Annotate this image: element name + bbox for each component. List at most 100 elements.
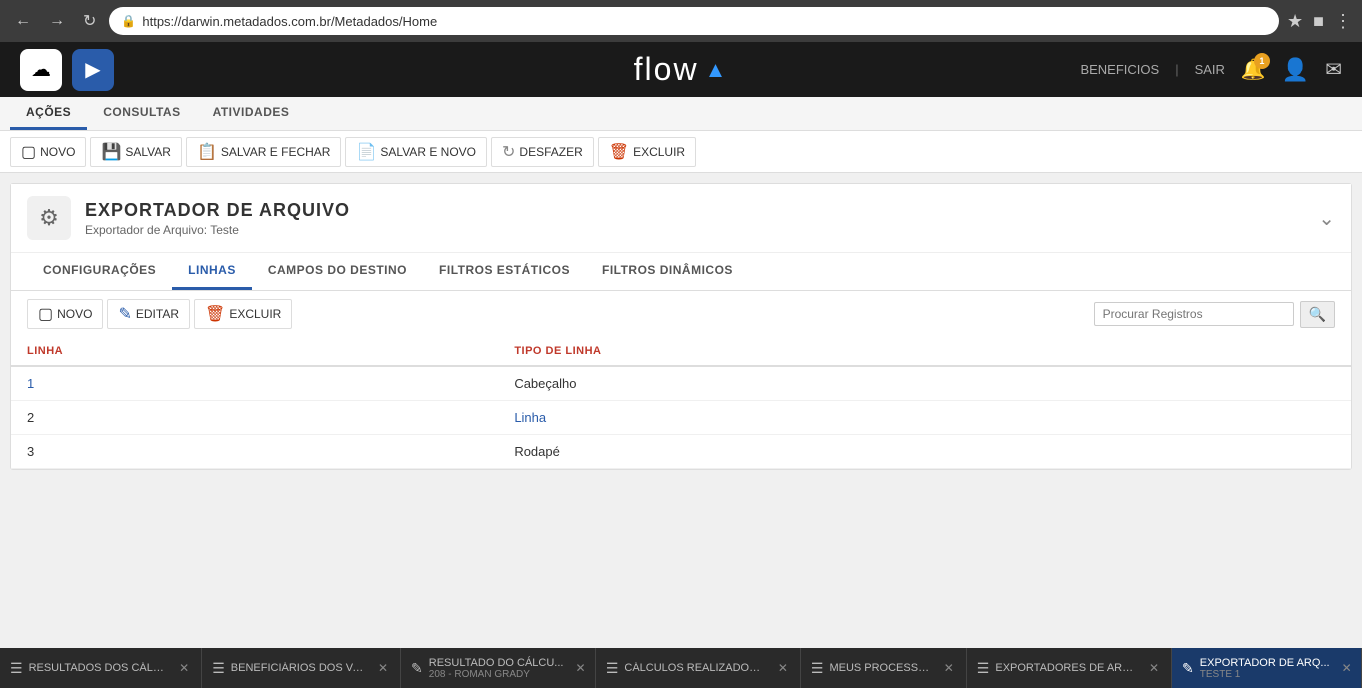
back-button[interactable]: ← [10, 10, 36, 32]
search-button[interactable]: 🔍 [1300, 301, 1335, 328]
bottom-tab-exportadores[interactable]: ☰ EXPORTADORES DE ARQ... ✕ [967, 648, 1172, 688]
forward-button[interactable]: → [44, 10, 70, 32]
sub-novo-button[interactable]: ▢ NOVO [27, 299, 103, 329]
cell-linha-1[interactable]: 1 [11, 366, 498, 401]
excluir-label: EXCLUIR [633, 145, 685, 159]
novo-label: NOVO [40, 145, 75, 159]
logo-area: ☁ ▶ [20, 49, 114, 91]
tab-acoes[interactable]: AÇÕES [10, 97, 87, 130]
bottom-tab-sublabel-exportador-active: TESTE 1 [1200, 669, 1330, 680]
sub-novo-label: NOVO [57, 307, 92, 321]
bottom-tab-close-resultado[interactable]: ✕ [573, 661, 587, 675]
excluir-trash-icon: 🗑 [609, 142, 629, 162]
notification-badge: 1 [1254, 53, 1270, 69]
search-area: 🔍 [1094, 301, 1335, 328]
bottom-tab-label-exportadores: EXPORTADORES DE ARQ... [995, 662, 1137, 674]
salvar-icon: 💾 [101, 142, 121, 162]
bottom-tab-label-beneficiarios: BENEFICIÁRIOS DOS VA... [231, 662, 366, 674]
refresh-button[interactable]: ↻ [78, 9, 101, 33]
page-header: ⚙ EXPORTADOR DE ARQUIVO Exportador de Ar… [11, 184, 1351, 253]
bottom-tab-close-exportador-active[interactable]: ✕ [1340, 661, 1354, 675]
tab-consultas[interactable]: CONSULTAS [87, 97, 196, 130]
desfazer-button[interactable]: ↻ DESFAZER [491, 137, 594, 167]
bottom-tab-label-exportador-active: EXPORTADOR DE ARQ... [1200, 657, 1330, 669]
salvar-novo-icon: 📄 [356, 142, 376, 162]
bottom-tab-close-exportadores[interactable]: ✕ [1147, 661, 1161, 675]
data-table: LINHA TIPO DE LINHA 1Cabeçalho2 Linha 3Rod… [11, 337, 1351, 469]
page-subtitle: Exportador de Arquivo: Teste [85, 223, 350, 237]
tab-campos-destino[interactable]: CAMPOS DO DESTINO [252, 253, 423, 290]
bottom-tab-icon-beneficiarios: ☰ [212, 660, 225, 677]
bottom-tab-label-processos: MEUS PROCESSOS [829, 662, 931, 674]
bottom-tab-icon-calculos: ☰ [606, 660, 619, 677]
novo-checkbox-icon: ▢ [21, 142, 36, 162]
cell-tipo-2[interactable]: Linha [498, 401, 1351, 435]
extensions-button[interactable]: ■ [1313, 11, 1324, 32]
main-toolbar: ▢ NOVO 💾 SALVAR 📋 SALVAR E FECHAR 📄 SALV… [0, 131, 1362, 173]
mail-icon[interactable]: ✉ [1325, 57, 1342, 82]
user-avatar-icon[interactable]: 👤 [1282, 57, 1309, 83]
tab-filtros-dinamicos[interactable]: FILTROS DINÂMICOS [586, 253, 749, 290]
sub-novo-icon: ▢ [38, 304, 53, 324]
bottom-tab-close-resultados[interactable]: ✕ [177, 661, 191, 675]
browser-bar: ← → ↻ 🔒 https://darwin.metadados.com.br/… [0, 0, 1362, 42]
main-tab-bar: AÇÕES CONSULTAS ATIVIDADES [0, 97, 1362, 131]
app-name-text: flow [634, 51, 699, 88]
flow-logo-arrow-icon: ▲ [705, 57, 729, 83]
tipo-link-2[interactable]: Linha [514, 410, 546, 425]
url-secure-icon: 🔒 [121, 14, 136, 28]
salvar-fechar-icon: 📋 [197, 142, 217, 162]
bottom-tab-exportador-active[interactable]: ✎ EXPORTADOR DE ARQ... TESTE 1 ✕ [1172, 648, 1362, 688]
page-title: EXPORTADOR DE ARQUIVO [85, 200, 350, 221]
tab-linhas[interactable]: LINHAS [172, 253, 252, 290]
bottom-tab-close-processos[interactable]: ✕ [942, 661, 956, 675]
bottom-tab-calculos[interactable]: ☰ CÁLCULOS REALIZADOS ... ✕ [596, 648, 801, 688]
salvar-fechar-button[interactable]: 📋 SALVAR E FECHAR [186, 137, 342, 167]
gear-icon: ⚙ [39, 205, 59, 231]
table-row[interactable]: 1Cabeçalho [11, 366, 1351, 401]
bottom-tab-close-beneficiarios[interactable]: ✕ [376, 661, 390, 675]
excluir-toolbar-button[interactable]: 🗑 EXCLUIR [598, 137, 696, 167]
collapse-button[interactable]: ⌄ [1318, 206, 1335, 231]
bottom-tab-text-exportador-active: EXPORTADOR DE ARQ... TESTE 1 [1200, 657, 1330, 680]
bottom-tab-label-resultado: RESULTADO DO CÁLCU... [429, 657, 564, 669]
sub-toolbar: ▢ NOVO ✎ EDITAR 🗑 EXCLUIR 🔍 [11, 291, 1351, 337]
sub-editar-button[interactable]: ✎ EDITAR [107, 299, 190, 329]
table-row[interactable]: 3Rodapé [11, 435, 1351, 469]
page-header-text: EXPORTADOR DE ARQUIVO Exportador de Arqu… [85, 200, 350, 237]
bottom-tab-label-resultados: RESULTADOS DOS CÁLC... [29, 662, 168, 674]
novo-button[interactable]: ▢ NOVO [10, 137, 86, 167]
bottom-tab-beneficiarios[interactable]: ☰ BENEFICIÁRIOS DOS VA... ✕ [202, 648, 401, 688]
sub-excluir-button[interactable]: 🗑 EXCLUIR [194, 299, 292, 329]
bottom-tab-processos[interactable]: ☰ MEUS PROCESSOS ✕ [801, 648, 967, 688]
cell-tipo-3: Rodapé [498, 435, 1351, 469]
salvar-button[interactable]: 💾 SALVAR [90, 137, 182, 167]
tab-filtros-estaticos[interactable]: FILTROS ESTÁTICOS [423, 253, 586, 290]
browser-menu-button[interactable]: ⋮ [1334, 11, 1352, 32]
bookmark-button[interactable]: ★ [1287, 11, 1303, 32]
salvar-novo-label: SALVAR E NOVO [380, 145, 476, 159]
bottom-tab-resultado-calc[interactable]: ✎ RESULTADO DO CÁLCU... 208 - ROMAN GRAD… [401, 648, 596, 688]
cell-linha-2: 2 [11, 401, 498, 435]
bottom-tab-resultados-calc[interactable]: ☰ RESULTADOS DOS CÁLC... ✕ [0, 648, 202, 688]
bottom-tab-close-calculos[interactable]: ✕ [776, 661, 790, 675]
bottom-tab-icon-processos: ☰ [811, 660, 824, 677]
tab-configuracoes[interactable]: CONFIGURAÇÕES [27, 253, 172, 290]
bottom-tab-icon-exportadores: ☰ [977, 660, 990, 677]
sair-link[interactable]: SAIR [1195, 62, 1225, 77]
sub-editar-icon: ✎ [118, 304, 131, 324]
linha-link-1[interactable]: 1 [27, 376, 34, 391]
beneficios-link[interactable]: BENEFICIOS [1080, 62, 1159, 77]
tab-atividades[interactable]: ATIVIDADES [197, 97, 306, 130]
sub-excluir-label: EXCLUIR [229, 307, 281, 321]
arrow-logo[interactable]: ▶ [72, 49, 114, 91]
desfazer-icon: ↻ [502, 142, 515, 162]
app-title: flow ▲ [634, 51, 729, 88]
url-bar[interactable]: 🔒 https://darwin.metadados.com.br/Metada… [109, 7, 1279, 35]
table-row[interactable]: 2 Linha [11, 401, 1351, 435]
search-input[interactable] [1094, 302, 1294, 326]
salvar-novo-button[interactable]: 📄 SALVAR E NOVO [345, 137, 487, 167]
table-header-row: LINHA TIPO DE LINHA [11, 337, 1351, 366]
col-tipo-linha: TIPO DE LINHA [498, 337, 1351, 366]
notification-bell[interactable]: 🔔 1 [1241, 57, 1266, 82]
